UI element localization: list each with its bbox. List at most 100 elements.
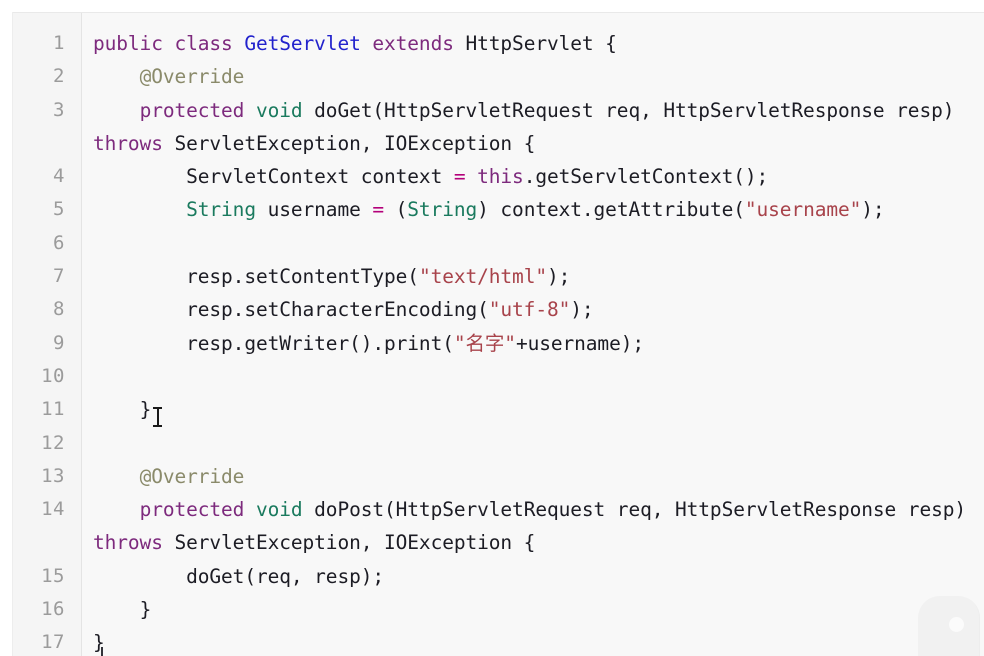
line-number: 9	[53, 331, 65, 354]
code-line-row[interactable]: 1 public class GetServlet extends HttpSer…	[13, 27, 984, 60]
code-token: "名字"	[453, 331, 516, 355]
top-edge-fade	[0, 0, 984, 12]
code-token: resp.setCharacterEncoding(	[93, 298, 489, 322]
code-line-text[interactable]	[73, 427, 984, 460]
code-line-row[interactable]: 11 }	[13, 393, 984, 426]
code-token: public	[93, 32, 163, 55]
line-number: 15	[41, 564, 65, 587]
line-number: 6	[53, 231, 65, 254]
code-token: extends	[372, 32, 454, 55]
code-line-text[interactable]: ServletContext context = this.getServlet…	[73, 160, 984, 193]
code-line-row[interactable]: 15 doGet(req, resp);	[13, 560, 984, 593]
code-line-text[interactable]: @Override	[73, 460, 984, 493]
bottom-caret-sliver	[101, 647, 103, 656]
code-token: ServletException, IOException {	[162, 531, 536, 555]
code-token: void	[255, 98, 303, 122]
code-token: @Override	[139, 464, 245, 488]
code-line-text[interactable]: }	[73, 626, 984, 656]
code-token: GetServlet	[244, 32, 361, 55]
corner-overlay-badge	[918, 596, 980, 656]
code-line-text[interactable]: }	[73, 393, 984, 426]
line-number: 10	[41, 364, 65, 387]
code-line-row[interactable]: 5 String username = (String) context.get…	[13, 193, 984, 226]
line-number: 14	[41, 498, 65, 521]
code-line-text[interactable]: resp.getWriter().print("名字"+username);	[73, 327, 984, 360]
code-line-text[interactable]: protected void doPost(HttpServletRequest…	[73, 493, 984, 560]
code-token: doGet(HttpServletRequest req, HttpServle…	[302, 98, 967, 122]
line-number: 8	[53, 298, 65, 321]
code-line-row[interactable]: 2 @Override	[13, 60, 984, 93]
screenshot-root: 1 public class GetServlet extends HttpSer…	[0, 0, 984, 656]
code-line-row[interactable]: 12	[13, 427, 984, 460]
code-line-text[interactable]: }	[73, 593, 984, 626]
code-line-row[interactable]: 16 }	[13, 593, 984, 626]
code-token: this	[477, 165, 524, 189]
code-line-row[interactable]: 10	[13, 360, 984, 393]
line-number: 7	[53, 265, 65, 288]
code-line-text[interactable]	[73, 227, 984, 260]
code-token: (	[384, 198, 408, 222]
code-token: void	[255, 498, 303, 522]
line-number: 13	[41, 464, 65, 487]
code-line-row[interactable]: 13 @Override	[13, 460, 984, 493]
code-token: );	[861, 198, 885, 222]
code-token: throws	[93, 531, 163, 555]
code-line-row[interactable]: 8 resp.setCharacterEncoding("utf-8");	[13, 293, 984, 326]
code-token: }	[93, 598, 152, 622]
code-token: =	[453, 165, 466, 189]
code-token: }	[93, 398, 152, 422]
code-token: resp.setContentType(	[93, 265, 419, 289]
code-token: protected	[139, 98, 245, 122]
code-line-text[interactable]: resp.setCharacterEncoding("utf-8");	[73, 293, 984, 326]
code-lines-container[interactable]: 1 public class GetServlet extends HttpSer…	[13, 27, 984, 656]
code-line-text[interactable]: public class GetServlet extends HttpServ…	[73, 27, 984, 60]
code-line-row[interactable]: 9 resp.getWriter().print("名字"+username);	[13, 327, 984, 360]
code-editor-surface[interactable]: 1 public class GetServlet extends HttpSer…	[13, 13, 984, 656]
code-token: protected	[139, 498, 245, 522]
code-line-text[interactable]: protected void doGet(HttpServletRequest …	[73, 94, 984, 161]
code-line-text[interactable]: String username = (String) context.getAt…	[73, 193, 984, 226]
code-token: resp.getWriter().print(	[93, 331, 454, 355]
code-line-text[interactable]: @Override	[73, 60, 984, 93]
code-token: "username"	[744, 198, 862, 222]
code-line-row[interactable]: 3 protected void doGet(HttpServletReques…	[13, 94, 984, 161]
code-line-row[interactable]: 7 resp.setContentType("text/html");	[13, 260, 984, 293]
line-number: 3	[53, 98, 65, 121]
line-number: 5	[53, 198, 65, 221]
code-token: String	[407, 198, 478, 222]
code-token: ) context.getAttribute(	[477, 198, 745, 222]
code-token: HttpServlet {	[453, 32, 617, 55]
code-line-text[interactable]	[73, 360, 984, 393]
line-number: 16	[41, 598, 65, 621]
code-token: .getServletContext();	[523, 165, 769, 189]
line-number: 11	[41, 398, 65, 421]
code-token: String	[186, 198, 256, 222]
code-token: doGet(req, resp);	[93, 564, 385, 588]
code-token: @Override	[139, 65, 245, 89]
code-token: );	[546, 265, 571, 289]
code-token: );	[570, 298, 594, 322]
code-line-row[interactable]: 6	[13, 227, 984, 260]
code-token: ServletContext context	[93, 165, 454, 189]
code-line-row[interactable]: 14 protected void doPost(HttpServletRequ…	[13, 493, 984, 560]
code-token: username	[255, 198, 373, 222]
code-line-row[interactable]: 17}	[13, 626, 984, 656]
code-line-row[interactable]: 4 ServletContext context = this.getServl…	[13, 160, 984, 193]
line-number: 17	[41, 631, 65, 654]
code-line-text[interactable]: doGet(req, resp);	[73, 560, 984, 593]
code-token: +username);	[515, 331, 644, 355]
code-token: throws	[93, 131, 163, 155]
code-line-text[interactable]: resp.setContentType("text/html");	[73, 260, 984, 293]
code-token: "utf-8"	[488, 298, 571, 322]
code-token: =	[372, 198, 385, 222]
code-token: class	[174, 32, 233, 55]
